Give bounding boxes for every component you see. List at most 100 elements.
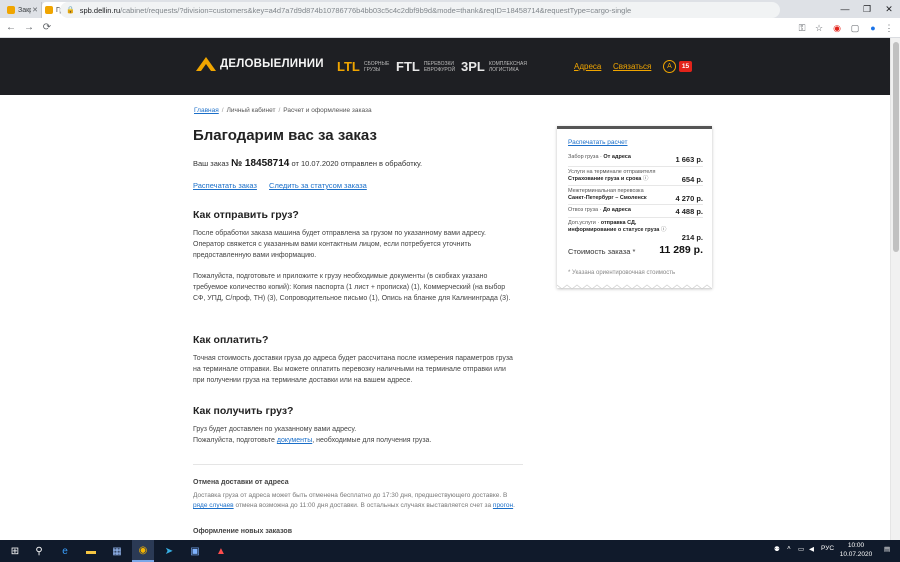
brand-name: ДЕЛОВЫЕЛИНИИ	[220, 58, 324, 70]
order-receipt: Распечатать расчет Забор груза · От адре…	[557, 126, 712, 288]
tray-volume-icon[interactable]: ◀	[809, 545, 814, 553]
service-ftl-sub: ПЕРЕВОЗКИ ЕВРОФУРОЙ	[423, 60, 456, 73]
tray-network-icon[interactable]: ▭	[798, 545, 804, 553]
receipt-amount: 654 р.	[681, 175, 703, 184]
page-viewport: ДЕЛОВЫЕЛИНИИ LTL СБОРНЫЕ ГРУЗЫ FTL ПЕРЕВ…	[0, 38, 900, 540]
how-get-title: Как получить груз?	[193, 405, 294, 417]
receipt-amount: 214 р.	[681, 233, 703, 242]
breadcrumb-current: Расчет и оформление заказа	[283, 107, 372, 114]
page-content: ДЕЛОВЫЕЛИНИИ LTL СБОРНЫЕ ГРУЗЫ FTL ПЕРЕВ…	[0, 38, 890, 540]
breadcrumb-cabinet: Личный кабинет	[226, 107, 276, 114]
forward-icon[interactable]: →	[22, 21, 36, 35]
receipt-amount: 1 663 р.	[675, 155, 703, 164]
logo-mark-icon	[196, 57, 216, 71]
page-scrollbar[interactable]	[890, 38, 900, 540]
receipt-row-extra-services: Доп.услуги · отправка СД, информирование…	[568, 217, 703, 241]
start-icon[interactable]: ⊞	[4, 540, 26, 562]
scrollbar-thumb[interactable]	[893, 42, 899, 252]
tray-date: 10.07.2020	[839, 550, 873, 558]
tray-clock[interactable]: 10:00 10.07.2020	[838, 542, 874, 559]
service-ftl-abbr: FTL	[396, 59, 420, 74]
extension-icon[interactable]: ◉	[830, 21, 844, 35]
order-actions: Распечатать заказ Следить за статусом за…	[193, 181, 377, 190]
receipt-total-amount: 11 289 р.	[659, 244, 703, 256]
chrome-icon[interactable]: ◉	[132, 540, 154, 562]
cancel-delivery-title: Отмена доставки от адреса	[193, 479, 289, 486]
key-icon[interactable]: ⚿	[795, 21, 809, 35]
receipt-row-pickup: Забор груза · От адреса 1 663 р.	[568, 154, 703, 164]
service-ltl[interactable]: LTL СБОРНЫЕ ГРУЗЫ	[337, 59, 404, 74]
minimize-icon[interactable]: —	[834, 0, 856, 18]
service-ltl-abbr: LTL	[337, 59, 360, 74]
how-get-paragraph-1: Груз будет доставлен по указанному вами …	[193, 426, 357, 433]
info-icon[interactable]: ⓘ	[643, 176, 649, 182]
file-explorer-icon[interactable]: ▬	[80, 540, 102, 562]
info-icon[interactable]: ⓘ	[661, 227, 667, 233]
lock-icon: 🔒	[66, 7, 75, 14]
track-status-link[interactable]: Следить за статусом заказа	[269, 181, 367, 190]
reload-icon[interactable]: ⟳	[40, 21, 54, 35]
page-title: Благодарим вас за заказ	[193, 127, 377, 144]
tray-time: 10:00	[847, 542, 865, 549]
tab-favicon-icon	[45, 6, 53, 14]
order-status-line: Ваш заказ № 18458714 от 10.07.2020 отпра…	[193, 158, 422, 169]
breadcrumb: Главная / Личный кабинет / Расчет и оформлен…	[194, 107, 372, 114]
extension-puzzle-icon[interactable]: ▢	[848, 21, 862, 35]
how-pay-paragraph: Точная стоимость доставки груза до адрес…	[193, 355, 513, 384]
back-icon[interactable]: ←	[4, 21, 18, 35]
address-bar[interactable]: 🔒 spb.dellin.ru /cabinet/requests/?divis…	[60, 2, 780, 18]
site-logo[interactable]: ДЕЛОВЫЕЛИНИИ	[196, 57, 324, 71]
search-icon[interactable]: ⚲	[28, 540, 50, 562]
how-send-title: Как отправить груз?	[193, 209, 299, 221]
order-suffix: от 10.07.2020 отправлен в обработку.	[291, 159, 423, 168]
maximize-icon[interactable]: ❐	[856, 0, 878, 18]
service-ftl[interactable]: FTL ПЕРЕВОЗКИ ЕВРОФУРОЙ	[396, 59, 464, 74]
section-divider	[193, 464, 523, 465]
service-3pl[interactable]: 3PL КОМПЛЕКСНАЯ ЛОГИСТИКА	[461, 59, 529, 74]
order-number: № 18458714	[230, 158, 290, 169]
url-host: spb.dellin.ru	[79, 5, 121, 15]
profile-avatar-icon[interactable]: ●	[866, 21, 880, 35]
run-fee-link[interactable]: прогон	[493, 502, 513, 509]
notification-badge[interactable]: 15	[679, 61, 692, 72]
tray-language[interactable]: РУС	[821, 545, 834, 552]
star-icon[interactable]: ☆	[812, 21, 826, 35]
app-icon[interactable]: ▣	[184, 540, 206, 562]
browser-tab[interactable]: Закры✕	[4, 2, 42, 18]
menu-dots-icon[interactable]: ⋮	[882, 21, 896, 35]
tab-favicon-icon	[7, 6, 15, 14]
print-order-link[interactable]: Распечатать заказ	[193, 181, 257, 190]
browser-toolbar: ← → ⟳	[0, 18, 900, 38]
edge-icon[interactable]: e	[54, 540, 76, 562]
receipt-amount: 4 270 р.	[675, 194, 703, 203]
receipt-amount: 4 488 р.	[675, 207, 703, 216]
address-link[interactable]: Адреса	[574, 62, 601, 71]
cancel-delivery-paragraph: Доставка груза от адреса может быть отме…	[193, 492, 515, 509]
tab-close-icon[interactable]: ✕	[32, 6, 38, 14]
how-pay-title: Как оплатить?	[193, 334, 269, 346]
how-send-paragraph-1: После обработки заказа машина будет отпр…	[193, 230, 486, 259]
notifications-icon[interactable]: ▤	[884, 545, 890, 553]
service-3pl-sub: КОМПЛЕКСНАЯ ЛОГИСТИКА	[488, 60, 527, 73]
new-orders-title: Оформление новых заказов	[193, 528, 293, 535]
tray-person-icon[interactable]: ⚉	[774, 545, 780, 553]
acrobat-icon[interactable]: ▲	[210, 540, 232, 562]
receipt-row-interterminal: Межтерминальная перевозка Санкт-Петербур…	[568, 185, 703, 202]
service-3pl-abbr: 3PL	[461, 59, 485, 74]
calculator-icon[interactable]: ▦	[106, 540, 128, 562]
documents-link[interactable]: документы	[277, 437, 312, 444]
how-get-paragraph-2: Пожалуйста, подготовьте документы, необх…	[193, 437, 432, 444]
telegram-icon[interactable]: ➤	[158, 540, 180, 562]
print-calculation-link[interactable]: Распечатать расчет	[568, 139, 627, 146]
receipt-row-terminal-services: Услуги на терминале отправителя Страхова…	[568, 166, 703, 183]
receipt-total-label: Стоимость заказа *	[568, 247, 636, 256]
site-header: ДЕЛОВЫЕЛИНИИ LTL СБОРНЫЕ ГРУЗЫ FTL ПЕРЕВ…	[0, 38, 890, 95]
user-avatar[interactable]: А	[663, 60, 676, 73]
receipt-note: * Указана ориентировочная стоимость	[568, 270, 676, 276]
url-path: /cabinet/requests/?division=customers&ke…	[120, 5, 632, 15]
some-cases-link[interactable]: ряде случаев	[193, 502, 234, 509]
tray-chevron-icon[interactable]: ˄	[787, 545, 791, 552]
contact-link[interactable]: Связаться	[613, 62, 651, 71]
close-window-icon[interactable]: ✕	[878, 0, 900, 18]
breadcrumb-home[interactable]: Главная	[194, 107, 219, 114]
